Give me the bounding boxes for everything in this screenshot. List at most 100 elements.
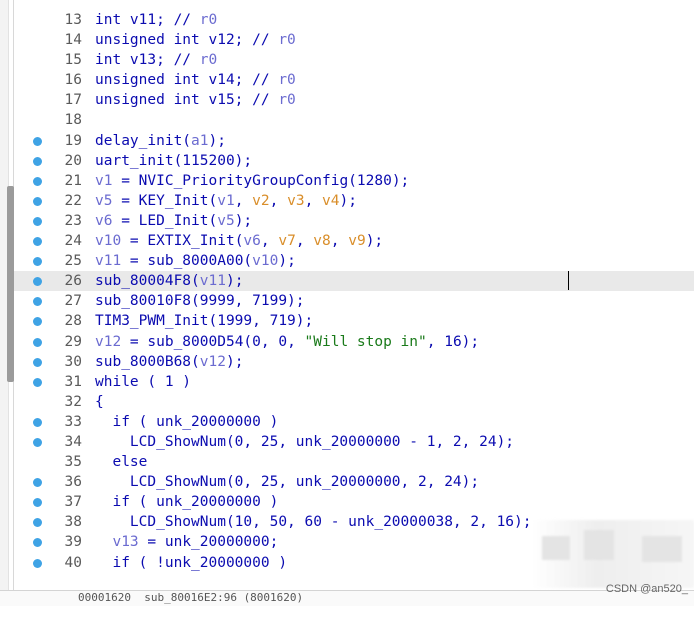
code-token: v6 (95, 212, 113, 229)
line-number: 28 (64, 313, 82, 330)
breakpoint-dot-icon[interactable] (33, 538, 42, 548)
vertical-scrollbar-thumb[interactable] (7, 186, 14, 382)
breakpoint-dot-icon[interactable] (33, 357, 42, 367)
code-token: v5 (95, 192, 113, 209)
breakpoint-dot-icon[interactable] (33, 518, 42, 528)
breakpoint-dot-icon[interactable] (33, 498, 42, 508)
code-text: v12 = sub_8000D54(0, 0, "Will stop in", … (95, 332, 479, 352)
code-token: r0 (278, 72, 296, 89)
code-text: v5 = KEY_Init(v1, v2, v3, v4); (95, 191, 357, 211)
code-line[interactable]: 20 uart_init(115200); (14, 151, 694, 171)
code-token: ); (339, 192, 357, 209)
breakpoint-dot-icon[interactable] (33, 176, 42, 186)
code-line[interactable]: 28 TIM3_PWM_Init(1999, 719); (14, 311, 694, 331)
code-token: = NVIC_PriorityGroupConfig(1280); (112, 172, 410, 189)
breakpoint-dot-icon[interactable] (33, 337, 42, 347)
line-number: 20 (64, 152, 82, 169)
code-line[interactable]: 37 if ( unk_20000000 ) (14, 492, 694, 512)
code-line[interactable]: 30 sub_8000B68(v12); (14, 352, 694, 372)
code-text: LCD_ShowNum(10, 50, 60 - unk_20000038, 2… (95, 512, 532, 532)
code-text: v10 = EXTIX_Init(v6, v7, v8, v9); (95, 231, 383, 251)
code-token: v12 (95, 333, 122, 350)
code-line[interactable]: 18 (14, 110, 694, 130)
code-line[interactable]: 25 v11 = sub_8000A00(v10); (14, 251, 694, 271)
redacted-block (542, 536, 570, 560)
code-line[interactable]: 22 v5 = KEY_Init(v1, v2, v3, v4); (14, 191, 694, 211)
code-token: v1 (217, 192, 235, 209)
code-text: { (95, 392, 104, 412)
code-token: TIM3_PWM_Init(1999, 719); (95, 313, 314, 330)
breakpoint-dot-icon[interactable] (33, 216, 42, 226)
code-token: v4 (322, 192, 340, 209)
breakpoint-dot-icon[interactable] (33, 437, 42, 447)
code-token: v3 (287, 192, 305, 209)
line-number: 26 (64, 273, 82, 290)
pseudocode-editor[interactable]: 13 int v11; // r0 14 unsigned int v12; // r… (14, 10, 694, 582)
breakpoint-dot-icon[interactable] (33, 136, 42, 146)
code-token: unsigned int v15; // (95, 92, 279, 109)
line-number: 22 (64, 192, 82, 209)
code-line[interactable]: 15 int v13; // r0 (14, 50, 694, 70)
code-token: = sub_8000A00( (121, 253, 253, 270)
code-line[interactable]: 31 while ( 1 ) (14, 372, 694, 392)
line-number: 33 (64, 413, 82, 430)
breakpoint-dot-icon[interactable] (33, 558, 42, 568)
code-line[interactable]: 34 LCD_ShowNum(0, 25, unk_20000000 - 1, … (14, 432, 694, 452)
code-token: if ( !unk_20000000 ) (95, 554, 288, 571)
code-text: LCD_ShowNum(0, 25, unk_20000000, 2, 24); (95, 472, 479, 492)
line-number: 30 (64, 353, 82, 370)
code-token: = unk_20000000; (138, 534, 279, 551)
code-token: , (295, 233, 314, 250)
code-line[interactable]: 24 v10 = EXTIX_Init(v6, v7, v8, v9); (14, 231, 694, 251)
code-line[interactable]: 13 int v11; // r0 (14, 10, 694, 30)
line-number: 18 (64, 112, 82, 129)
line-number: 23 (64, 212, 82, 229)
breakpoint-dot-icon[interactable] (33, 237, 42, 247)
code-token: LCD_ShowNum(0, 25, unk_20000000 - 1, 2, … (95, 433, 515, 450)
line-number: 40 (64, 554, 82, 571)
line-number: 25 (64, 253, 82, 270)
code-line[interactable]: 26 sub_80004F8(v11); (14, 271, 694, 292)
breakpoint-dot-icon[interactable] (33, 257, 42, 267)
breakpoint-dot-icon[interactable] (33, 277, 42, 287)
code-line[interactable]: 35 else (14, 452, 694, 472)
code-line[interactable]: 21 v1 = NVIC_PriorityGroupConfig(1280); (14, 171, 694, 191)
code-token: ); (225, 353, 244, 370)
code-token: ); (365, 233, 384, 250)
code-token: v12 (199, 353, 226, 370)
code-line[interactable]: 19 delay_init(a1); (14, 131, 694, 151)
code-token: else (95, 454, 148, 471)
code-text: else (95, 452, 147, 472)
code-line[interactable]: 14 unsigned int v12; // r0 (14, 30, 694, 50)
breakpoint-dot-icon[interactable] (33, 297, 42, 307)
code-token: unsigned int v12; // (95, 32, 279, 49)
breakpoint-dot-icon[interactable] (33, 317, 42, 327)
code-line[interactable]: 29 v12 = sub_8000D54(0, 0, "Will stop in"… (14, 332, 694, 352)
code-line[interactable]: 36 LCD_ShowNum(0, 25, unk_20000000, 2, 2… (14, 472, 694, 492)
code-line[interactable]: 16 unsigned int v14; // r0 (14, 70, 694, 90)
status-bar: 00001620 sub_80016E2:96 (8001620) (0, 590, 694, 606)
code-line[interactable]: 23 v6 = LED_Init(v5); (14, 211, 694, 231)
breakpoint-dot-icon[interactable] (33, 478, 42, 488)
code-token: sub_80004F8( (95, 273, 200, 290)
redacted-region (532, 520, 694, 588)
code-token: sub_8000B68( (95, 353, 200, 370)
code-line[interactable]: 17 unsigned int v15; // r0 (14, 90, 694, 110)
line-number: 27 (64, 293, 82, 310)
code-token: LCD_ShowNum(0, 25, unk_20000000, 2, 24); (95, 474, 480, 491)
code-token: int v11; // (95, 12, 200, 28)
code-token: while ( 1 ) (95, 373, 192, 390)
code-line[interactable]: 33 if ( unk_20000000 ) (14, 412, 694, 432)
code-token: r0 (278, 92, 296, 109)
code-line[interactable]: 32 { (14, 392, 694, 412)
code-text: if ( unk_20000000 ) (95, 492, 278, 512)
code-token: = KEY_Init( (112, 192, 218, 209)
breakpoint-dot-icon[interactable] (33, 196, 42, 206)
breakpoint-dot-icon[interactable] (33, 156, 42, 166)
breakpoint-dot-icon[interactable] (33, 417, 42, 427)
code-token: r0 (199, 12, 218, 28)
code-line[interactable]: 27 sub_80010F8(9999, 7199); (14, 291, 694, 311)
code-text: delay_init(a1); (95, 131, 226, 151)
breakpoint-dot-icon[interactable] (33, 377, 42, 387)
